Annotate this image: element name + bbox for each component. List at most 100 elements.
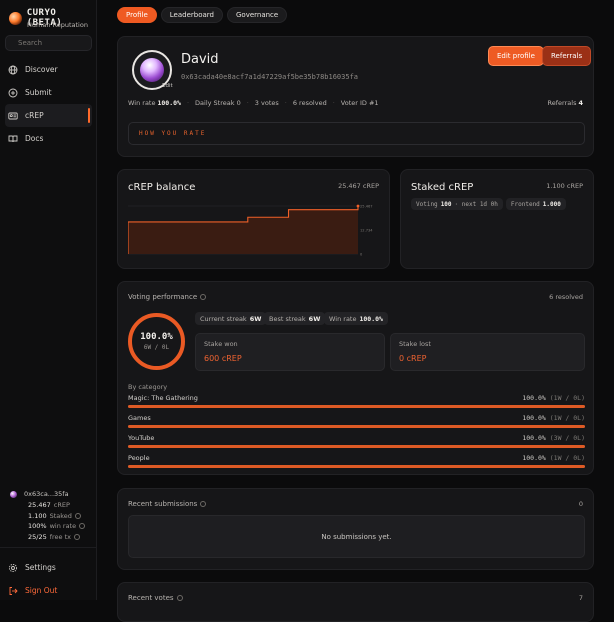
info-icon[interactable] — [74, 512, 81, 519]
wallet-staked-label: Staked — [49, 511, 72, 520]
category-name: YouTube — [128, 434, 155, 442]
sidebar-item-discover[interactable]: Discover — [0, 58, 97, 81]
recent-submissions-card: Recent submissions 0 No submissions yet. — [117, 488, 594, 570]
win-rate-pill-value: 100.0% — [359, 314, 383, 323]
profile-name: David — [181, 52, 219, 67]
how-you-rate-section[interactable]: HOW YOU RATE — [128, 122, 585, 145]
recent-votes-card: Recent votes 7 — [117, 582, 594, 622]
info-icon[interactable] — [176, 595, 183, 601]
sidebar-item-label: Submit — [25, 88, 52, 97]
recent-submissions-count: 0 — [578, 500, 583, 508]
sidebar-item-docs[interactable]: Docs — [0, 127, 97, 150]
category-bar — [128, 445, 585, 448]
category-bar-fill — [128, 405, 585, 408]
category-rate: 100.0% (3W / 0L) — [522, 434, 585, 442]
wallet-address-row[interactable]: 0x63ca...35fa — [10, 490, 94, 498]
staked-crep-value: 1.100 cREP — [546, 182, 583, 190]
voting-performance-card: Voting performance 6 resolved 100.0% 6W … — [117, 281, 594, 475]
wallet-balance-unit: cREP — [53, 501, 70, 510]
crep-balance-card: cREP balance 25.467 cREP 25.467 12.734 0 — [117, 169, 390, 269]
category-name: Magic: The Gathering — [128, 394, 198, 402]
sidebar-bottom: Settings Sign Out — [0, 556, 97, 602]
profile-card: Edit David 0x63cada40e8acf7a1d47229af5be… — [117, 36, 594, 157]
sidebar-item-label: Docs — [25, 134, 44, 143]
empty-submissions: No submissions yet. — [128, 515, 585, 558]
win-rate-pill-label: Win rate — [329, 314, 357, 323]
frontend-chip: Frontend 1.000 — [505, 198, 566, 210]
voting-resolved: 6 resolved — [549, 293, 583, 301]
sidebar-item-submit[interactable]: Submit — [0, 81, 97, 104]
edit-profile-button[interactable]: Edit profile — [488, 46, 544, 66]
sidebar-item-crep[interactable]: cREP — [5, 104, 92, 127]
sidebar-item-label: Discover — [25, 65, 58, 74]
category-row: Games 100.0% (1W / 0L) — [128, 414, 585, 428]
win-rate-value: 100.0% — [157, 99, 181, 107]
category-rate: 100.0% (1W / 0L) — [522, 454, 585, 462]
frontend-label: Frontend — [510, 200, 540, 208]
sidebar-divider — [0, 547, 97, 548]
plus-circle-icon — [8, 88, 18, 97]
category-name: People — [128, 454, 150, 462]
crep-balance-chart: 25.467 12.734 0 — [128, 205, 373, 257]
sidebar-item-label: Settings — [25, 563, 56, 572]
id-card-icon — [8, 112, 18, 119]
gear-icon — [8, 563, 18, 572]
voting-performance-title: Voting performance — [128, 293, 207, 301]
category-bar-fill — [128, 425, 585, 428]
category-win-loss: (3W / 0L) — [549, 434, 585, 442]
frontend-value: 1.000 — [542, 200, 561, 208]
category-row: People 100.0% (1W / 0L) — [128, 454, 585, 468]
voting-performance-label: Voting performance — [128, 293, 198, 301]
current-streak-label: Current streak — [200, 314, 247, 323]
avatar-edit-link[interactable]: Edit — [162, 83, 173, 89]
category-bar — [128, 465, 585, 468]
voting-value: 100 — [440, 200, 452, 208]
globe-icon — [8, 65, 18, 74]
win-rate-ring: 100.0% 6W / 0L — [128, 313, 185, 370]
sidebar-item-sign-out[interactable]: Sign Out — [0, 579, 97, 602]
stake-lost-label: Stake lost — [399, 340, 431, 348]
voting-chip: Voting 100 · next 1d 0h — [411, 198, 503, 210]
stake-lost-value: 0 cREP — [399, 354, 427, 363]
sidebar-nav: Discover Submit cREP Docs — [0, 58, 97, 150]
category-percent: 100.0% — [522, 414, 546, 422]
stake-won-value: 600 cREP — [204, 354, 242, 363]
tab-leaderboard[interactable]: Leaderboard — [160, 7, 223, 23]
profile-stats: Win rate 100.0% · Daily Streak 0 · 3 votes … — [128, 99, 379, 107]
sign-out-icon — [9, 586, 18, 595]
y-tick-label: 0 — [360, 253, 363, 257]
info-icon[interactable] — [200, 294, 207, 300]
wallet-balance: 25.467 — [28, 501, 51, 510]
balance-area — [128, 206, 358, 254]
sidebar-item-label: cREP — [25, 111, 44, 120]
y-tick-label: 12.734 — [360, 229, 373, 233]
wallet-avatar-icon — [10, 490, 17, 498]
info-icon[interactable] — [79, 523, 86, 530]
resolved-count: 6 resolved — [292, 99, 327, 107]
wallet-staked: 1.100 — [28, 511, 47, 520]
best-streak-pill: Best streak 6W — [264, 312, 326, 325]
profile-address: 0x63cada40e8acf7a1d47229af5be35b78b16035… — [181, 73, 359, 81]
category-percent: 100.0% — [522, 394, 546, 402]
win-rate-pill: Win rate 100.0% — [324, 312, 388, 325]
referrals-button[interactable]: Referrals — [542, 46, 592, 66]
crep-balance-title: cREP balance — [128, 182, 196, 193]
sidebar-item-label: Sign Out — [25, 586, 58, 595]
info-icon[interactable] — [74, 533, 81, 540]
staked-crep-title: Staked cREP — [411, 182, 474, 193]
referrals-count: 4 — [578, 99, 583, 107]
tab-profile[interactable]: Profile — [117, 7, 157, 23]
category-percent: 100.0% — [522, 434, 546, 442]
category-win-loss: (1W / 0L) — [549, 454, 585, 462]
sidebar-item-settings[interactable]: Settings — [0, 556, 97, 579]
daily-streak: Daily Streak 0 — [195, 99, 241, 107]
votes-count: 3 votes — [254, 99, 279, 107]
category-bar-fill — [128, 465, 585, 468]
crep-balance-value: 25.467 cREP — [338, 182, 379, 190]
search-input[interactable]: Search — [5, 35, 92, 51]
staked-crep-card: Staked cREP 1.100 cREP Voting 100 · next 1… — [400, 169, 594, 269]
ring-win-loss: 6W / 0L — [143, 344, 170, 351]
tab-governance[interactable]: Governance — [226, 7, 288, 23]
y-tick-label: 25.467 — [360, 205, 373, 209]
info-icon[interactable] — [200, 501, 207, 507]
